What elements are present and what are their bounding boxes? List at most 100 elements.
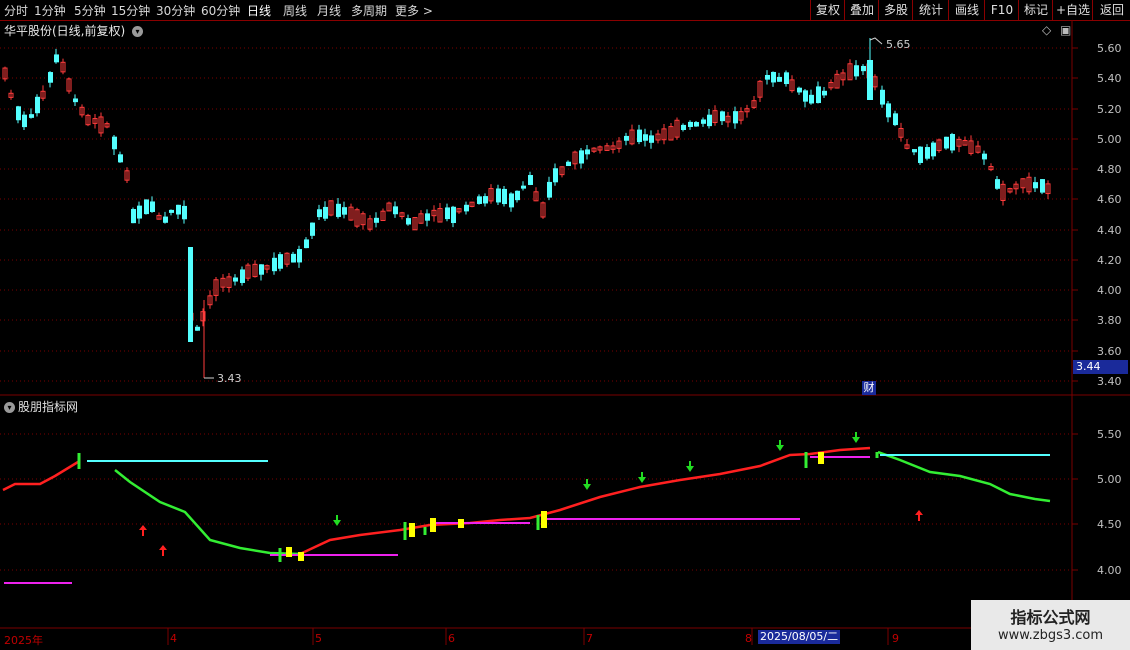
x-axis-label: 9 <box>892 632 899 645</box>
period-weekly[interactable]: 周线 <box>283 2 307 19</box>
x-axis-label: 7 <box>586 632 593 645</box>
x-axis-label: 6 <box>448 632 455 645</box>
y-tick: 5.00 <box>1097 133 1122 146</box>
candle-body <box>323 206 328 219</box>
kline-chart[interactable] <box>0 20 1130 650</box>
candle-body <box>464 204 469 212</box>
candle-body <box>777 76 782 82</box>
period-monthly[interactable]: 月线 <box>317 2 341 19</box>
candle-body <box>310 222 315 236</box>
candle-body <box>182 205 187 220</box>
diamond-icon[interactable]: ◇ <box>1042 23 1051 37</box>
candle-body <box>483 196 488 204</box>
candle-body <box>931 142 936 157</box>
finance-event-marker[interactable]: 财 <box>862 381 876 395</box>
indicator-name: 股朋指标网 <box>18 400 79 414</box>
back-button[interactable]: 返回 <box>1092 0 1130 20</box>
candle-body <box>406 218 411 225</box>
candle-body <box>233 277 238 282</box>
candle-body <box>579 150 584 164</box>
candle-body <box>950 133 955 151</box>
candle-body <box>803 90 808 102</box>
y-tick: 4.40 <box>1097 224 1122 237</box>
candle-body <box>797 87 802 93</box>
candle-body <box>694 122 699 127</box>
sub-chart-title[interactable]: ▾ 股朋指标网 <box>4 398 78 415</box>
sub-y-tick: 4.50 <box>1097 518 1122 531</box>
signal-block-yellow <box>430 518 436 532</box>
candle-body <box>317 209 322 218</box>
candle-body <box>861 65 866 72</box>
draw-line-button[interactable]: 画线 <box>948 0 985 20</box>
candle-body <box>893 113 898 126</box>
candle-body <box>477 196 482 204</box>
period-1min[interactable]: 1分钟 <box>34 2 66 19</box>
candle-body <box>451 206 456 224</box>
stock-title: 华平股份(日线,前复权) <box>4 24 126 38</box>
candle-body <box>73 98 78 103</box>
candle-body <box>509 193 514 208</box>
mark-button[interactable]: 标记 <box>1018 0 1053 20</box>
period-more[interactable]: 更多 > <box>395 2 433 19</box>
period-multi[interactable]: 多周期 <box>351 2 387 19</box>
candle-body <box>982 153 987 160</box>
signal-block-yellow <box>818 452 824 464</box>
y-tick: 3.60 <box>1097 345 1122 358</box>
candle-body <box>822 90 827 96</box>
candle-body <box>240 269 245 283</box>
candle-body <box>637 129 642 143</box>
candle-body <box>681 124 686 130</box>
sell-arrow-icon <box>686 466 694 472</box>
period-fenshi[interactable]: 分时 <box>4 2 28 19</box>
y-tick: 3.80 <box>1097 314 1122 327</box>
high-price-label: 5.65 <box>886 38 911 51</box>
candle-body <box>54 54 59 63</box>
candle-body <box>771 71 776 83</box>
chevron-down-icon[interactable]: ▾ <box>132 26 144 37</box>
candle-body <box>259 264 264 275</box>
low-price-label: 3.43 <box>217 372 242 385</box>
overlay-button[interactable]: 叠加 <box>844 0 879 20</box>
candle-body <box>720 111 725 122</box>
period-30min[interactable]: 30分钟 <box>156 2 195 19</box>
signal-block-yellow <box>458 519 464 528</box>
candle-body <box>112 136 117 150</box>
candle-body <box>688 121 693 127</box>
f10-button[interactable]: F10 <box>984 0 1019 20</box>
candle-body <box>784 72 789 85</box>
candle-body <box>278 254 283 269</box>
sell-arrow-icon <box>638 477 646 483</box>
watermark-title: 指标公式网 <box>1010 608 1091 627</box>
sell-arrow-icon <box>333 520 341 526</box>
multi-stock-button[interactable]: 多股 <box>878 0 913 20</box>
candle-body <box>393 206 398 215</box>
candle-body <box>163 216 168 223</box>
period-15min[interactable]: 15分钟 <box>111 2 150 19</box>
buy-arrow-icon <box>159 545 167 550</box>
period-daily[interactable]: 日线 <box>247 2 271 19</box>
sub-y-tick: 4.00 <box>1097 564 1122 577</box>
period-5min[interactable]: 5分钟 <box>74 2 106 19</box>
candle-body <box>1040 179 1045 193</box>
candle-body <box>22 114 27 128</box>
trend-line-red <box>299 446 871 556</box>
candle-body <box>886 103 891 118</box>
signal-block-yellow <box>541 511 547 528</box>
candle-body <box>496 188 501 203</box>
main-chart-title[interactable]: 华平股份(日线,前复权) ▾ <box>4 22 144 39</box>
y-tick: 4.00 <box>1097 284 1122 297</box>
candle-body <box>1033 182 1038 189</box>
candle-body <box>304 239 309 249</box>
stats-button[interactable]: 统计 <box>912 0 949 20</box>
chevron-down-icon[interactable]: ▾ <box>4 402 15 413</box>
window-icon[interactable]: ▣ <box>1060 23 1071 37</box>
fuquan-button[interactable]: 复权 <box>810 0 845 20</box>
candle-body <box>374 217 379 223</box>
candle-body <box>553 168 558 183</box>
y-tick: 5.40 <box>1097 72 1122 85</box>
candle-body <box>29 114 34 118</box>
candle-body <box>733 111 738 124</box>
sub-y-tick: 5.50 <box>1097 428 1122 441</box>
period-60min[interactable]: 60分钟 <box>201 2 240 19</box>
add-watchlist-button[interactable]: +自选 <box>1052 0 1093 20</box>
